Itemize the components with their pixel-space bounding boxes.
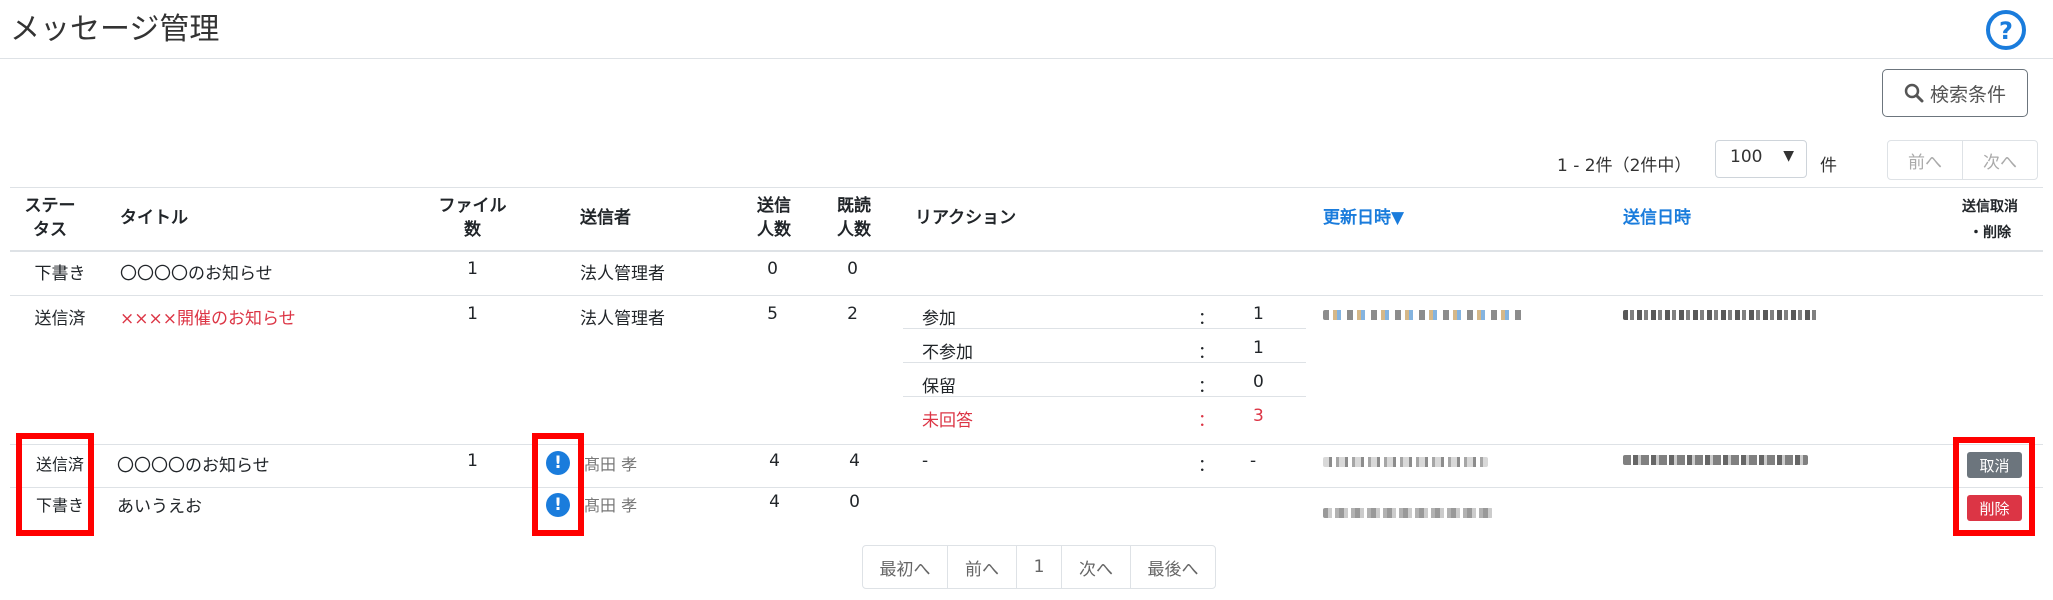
row-divider bbox=[10, 487, 2043, 488]
magnifier-icon bbox=[1904, 83, 1924, 103]
header-status: ステー タス bbox=[24, 196, 76, 240]
reaction-divider bbox=[903, 396, 1306, 397]
header-sent-count: 送信 人数 bbox=[757, 196, 791, 240]
table-header-border bbox=[10, 250, 2043, 252]
reaction-value: - bbox=[1250, 451, 1257, 471]
row2-status: 送信済 bbox=[34, 309, 86, 329]
reaction-separator: ： bbox=[1198, 411, 1215, 431]
row2-sent-count: 5 bbox=[767, 304, 778, 324]
page-title: メッセージ管理 bbox=[10, 12, 220, 47]
row3-sent-count: 4 bbox=[769, 451, 780, 471]
blurred-updated-date bbox=[1323, 508, 1493, 518]
row1-title[interactable]: 〇〇〇〇のお知らせ bbox=[120, 259, 273, 284]
header-title: タイトル bbox=[120, 208, 188, 228]
header-cancel-delete: 送信取消 ・削除 bbox=[1962, 199, 2018, 241]
row4-read-count: 0 bbox=[849, 492, 860, 512]
reaction-value: 1 bbox=[1253, 304, 1264, 324]
result-count: 1 - 2件（2件中） bbox=[1557, 156, 1692, 176]
reaction-separator: ： bbox=[1198, 309, 1215, 329]
reaction-label: 未回答 bbox=[922, 411, 973, 431]
row3-read-count: 4 bbox=[849, 451, 860, 471]
svg-text:?: ? bbox=[1999, 17, 2013, 45]
reaction-label: 不参加 bbox=[922, 343, 973, 363]
page-header: メッセージ管理 ? bbox=[0, 0, 2053, 59]
row1-sent-count: 0 bbox=[767, 259, 778, 279]
row-divider bbox=[10, 444, 2043, 445]
row1-file-count: 1 bbox=[467, 259, 478, 279]
header-sender: 送信者 bbox=[580, 208, 631, 228]
header-sent-at-sort[interactable]: 送信日時 bbox=[1623, 206, 1691, 230]
reaction-divider bbox=[903, 362, 1306, 363]
chevron-down-icon: ▼ bbox=[1783, 148, 1794, 164]
row1-status: 下書き bbox=[34, 264, 86, 284]
search-conditions-label: 検索条件 bbox=[1929, 83, 2006, 106]
blurred-updated-date bbox=[1323, 310, 1523, 320]
row3-file-count: 1 bbox=[467, 451, 478, 471]
reaction-separator: ： bbox=[1198, 343, 1215, 363]
top-next-button[interactable]: 次へ bbox=[1962, 141, 2037, 179]
page-size-value: 100 bbox=[1730, 147, 1763, 167]
reaction-separator: ： bbox=[1198, 456, 1215, 476]
action-highlight-box bbox=[1953, 437, 2035, 536]
reaction-value: 0 bbox=[1253, 372, 1264, 392]
reaction-separator: ： bbox=[1198, 377, 1215, 397]
reaction-label: - bbox=[922, 451, 929, 471]
page-size-unit: 件 bbox=[1820, 156, 1837, 176]
next-page-button[interactable]: 次へ bbox=[1061, 546, 1130, 588]
row3-sender: 髙田 孝 bbox=[584, 455, 638, 474]
reaction-value: 1 bbox=[1253, 338, 1264, 358]
page-size-select[interactable]: 100 ▼ bbox=[1715, 140, 1807, 178]
question-circle-icon[interactable]: ? bbox=[1985, 9, 2027, 51]
row1-read-count: 0 bbox=[847, 259, 858, 279]
last-page-button[interactable]: 最後へ bbox=[1130, 546, 1215, 588]
blurred-updated-date bbox=[1323, 457, 1488, 467]
search-conditions-button[interactable]: 検索条件 bbox=[1882, 69, 2028, 117]
reaction-label: 保留 bbox=[922, 377, 956, 397]
top-pager: 前へ 次へ bbox=[1887, 140, 2038, 180]
row1-sender: 法人管理者 bbox=[580, 264, 665, 284]
blurred-sent-date bbox=[1623, 310, 1818, 320]
header-reaction: リアクション bbox=[915, 208, 1017, 228]
info-icon-highlight-box bbox=[532, 433, 584, 536]
blurred-sent-date bbox=[1623, 455, 1808, 465]
header-file-count: ファイル数 bbox=[438, 196, 507, 240]
row4-sender: 髙田 孝 bbox=[584, 496, 638, 515]
top-prev-button[interactable]: 前へ bbox=[1888, 141, 1962, 179]
row4-sent-count: 4 bbox=[769, 492, 780, 512]
header-updated-sort[interactable]: 更新日時▼ bbox=[1323, 206, 1404, 230]
row-divider bbox=[10, 295, 2043, 296]
row2-sender: 法人管理者 bbox=[580, 309, 665, 329]
bottom-pager: 最初へ 前へ 1 次へ 最後へ bbox=[862, 545, 1216, 589]
prev-page-button[interactable]: 前へ bbox=[947, 546, 1016, 588]
first-page-button[interactable]: 最初へ bbox=[863, 546, 947, 588]
reaction-label: 参加 bbox=[922, 309, 956, 329]
header-read-count: 既読 人数 bbox=[837, 196, 871, 240]
row4-title[interactable]: あいうえお bbox=[117, 492, 202, 517]
table-top-border bbox=[10, 187, 2043, 188]
row2-title[interactable]: ××××開催のお知らせ bbox=[120, 304, 296, 329]
reaction-value: 3 bbox=[1253, 406, 1264, 426]
reaction-divider bbox=[903, 328, 1306, 329]
page-1-button[interactable]: 1 bbox=[1016, 546, 1061, 588]
row2-read-count: 2 bbox=[847, 304, 858, 324]
status-highlight-box bbox=[16, 433, 94, 536]
row3-title[interactable]: 〇〇〇〇のお知らせ bbox=[117, 451, 270, 476]
row2-file-count: 1 bbox=[467, 304, 478, 324]
